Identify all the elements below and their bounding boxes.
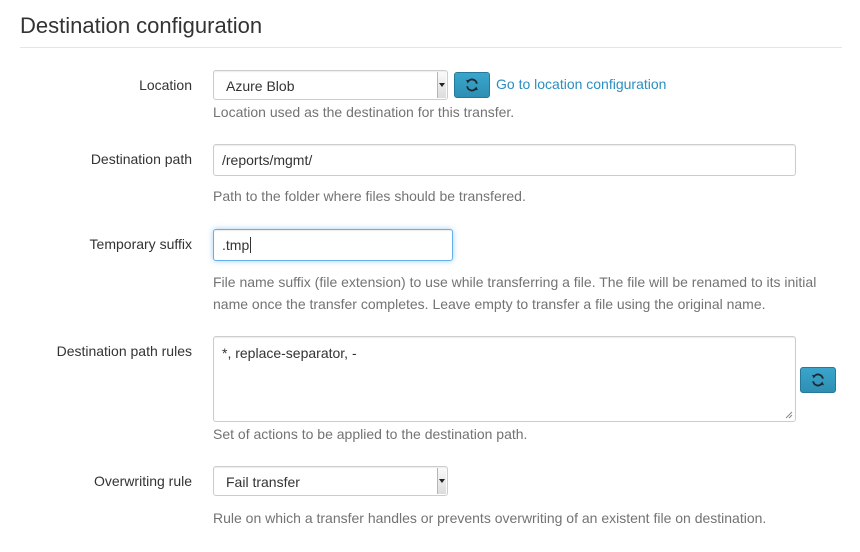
overwriting-rule-help-text: Rule on which a transfer handles or prev…: [213, 510, 767, 526]
go-to-location-configuration-link[interactable]: Go to location configuration: [496, 76, 666, 92]
text-cursor: [250, 237, 252, 253]
destination-path-rules-label: Destination path rules: [56, 343, 192, 359]
chevron-down-icon: [439, 83, 445, 87]
destination-path-rules-help-text: Set of actions to be applied to the dest…: [213, 426, 528, 442]
location-label: Location: [139, 77, 192, 93]
location-refresh-button[interactable]: [454, 72, 490, 98]
path-rules-refresh-button[interactable]: [800, 367, 836, 393]
temporary-suffix-input[interactable]: .tmp: [213, 229, 453, 261]
overwriting-rule-select[interactable]: Fail transfer: [213, 466, 448, 496]
destination-path-input[interactable]: /reports/mgmt/: [213, 144, 796, 176]
refresh-icon: [466, 78, 478, 92]
destination-path-label: Destination path: [90, 151, 192, 167]
temporary-suffix-label: Temporary suffix: [89, 236, 192, 252]
section-title: Destination configuration: [20, 13, 263, 38]
destination-configuration-panel: Destination configuration Location Azure…: [0, 0, 860, 552]
overwriting-rule-select-value: Fail transfer: [226, 474, 300, 490]
location-help-text: Location used as the destination for thi…: [213, 104, 515, 120]
temporary-suffix-help-line-2: name once the transfer completes. Leave …: [213, 296, 766, 312]
temporary-suffix-value: .tmp: [222, 237, 250, 253]
destination-path-value: /reports/mgmt/: [222, 152, 313, 168]
location-select-value: Azure Blob: [226, 78, 295, 94]
destination-path-rules-value: *, replace-separator, -: [222, 345, 357, 361]
overwriting-rule-label: Overwriting rule: [93, 473, 192, 489]
location-dropdown-arrow[interactable]: [437, 72, 446, 98]
temporary-suffix-help-line-1: File name suffix (file extension) to use…: [213, 274, 817, 290]
section-divider: [20, 47, 842, 48]
destination-path-rules-textarea[interactable]: *, replace-separator, -: [213, 336, 796, 422]
chevron-down-icon: [439, 479, 445, 483]
overwriting-rule-dropdown-arrow[interactable]: [437, 468, 446, 494]
resize-grip-icon[interactable]: [785, 411, 793, 419]
destination-path-help-text: Path to the folder where files should be…: [213, 188, 526, 204]
refresh-icon: [812, 373, 824, 387]
location-select[interactable]: Azure Blob: [213, 70, 448, 100]
